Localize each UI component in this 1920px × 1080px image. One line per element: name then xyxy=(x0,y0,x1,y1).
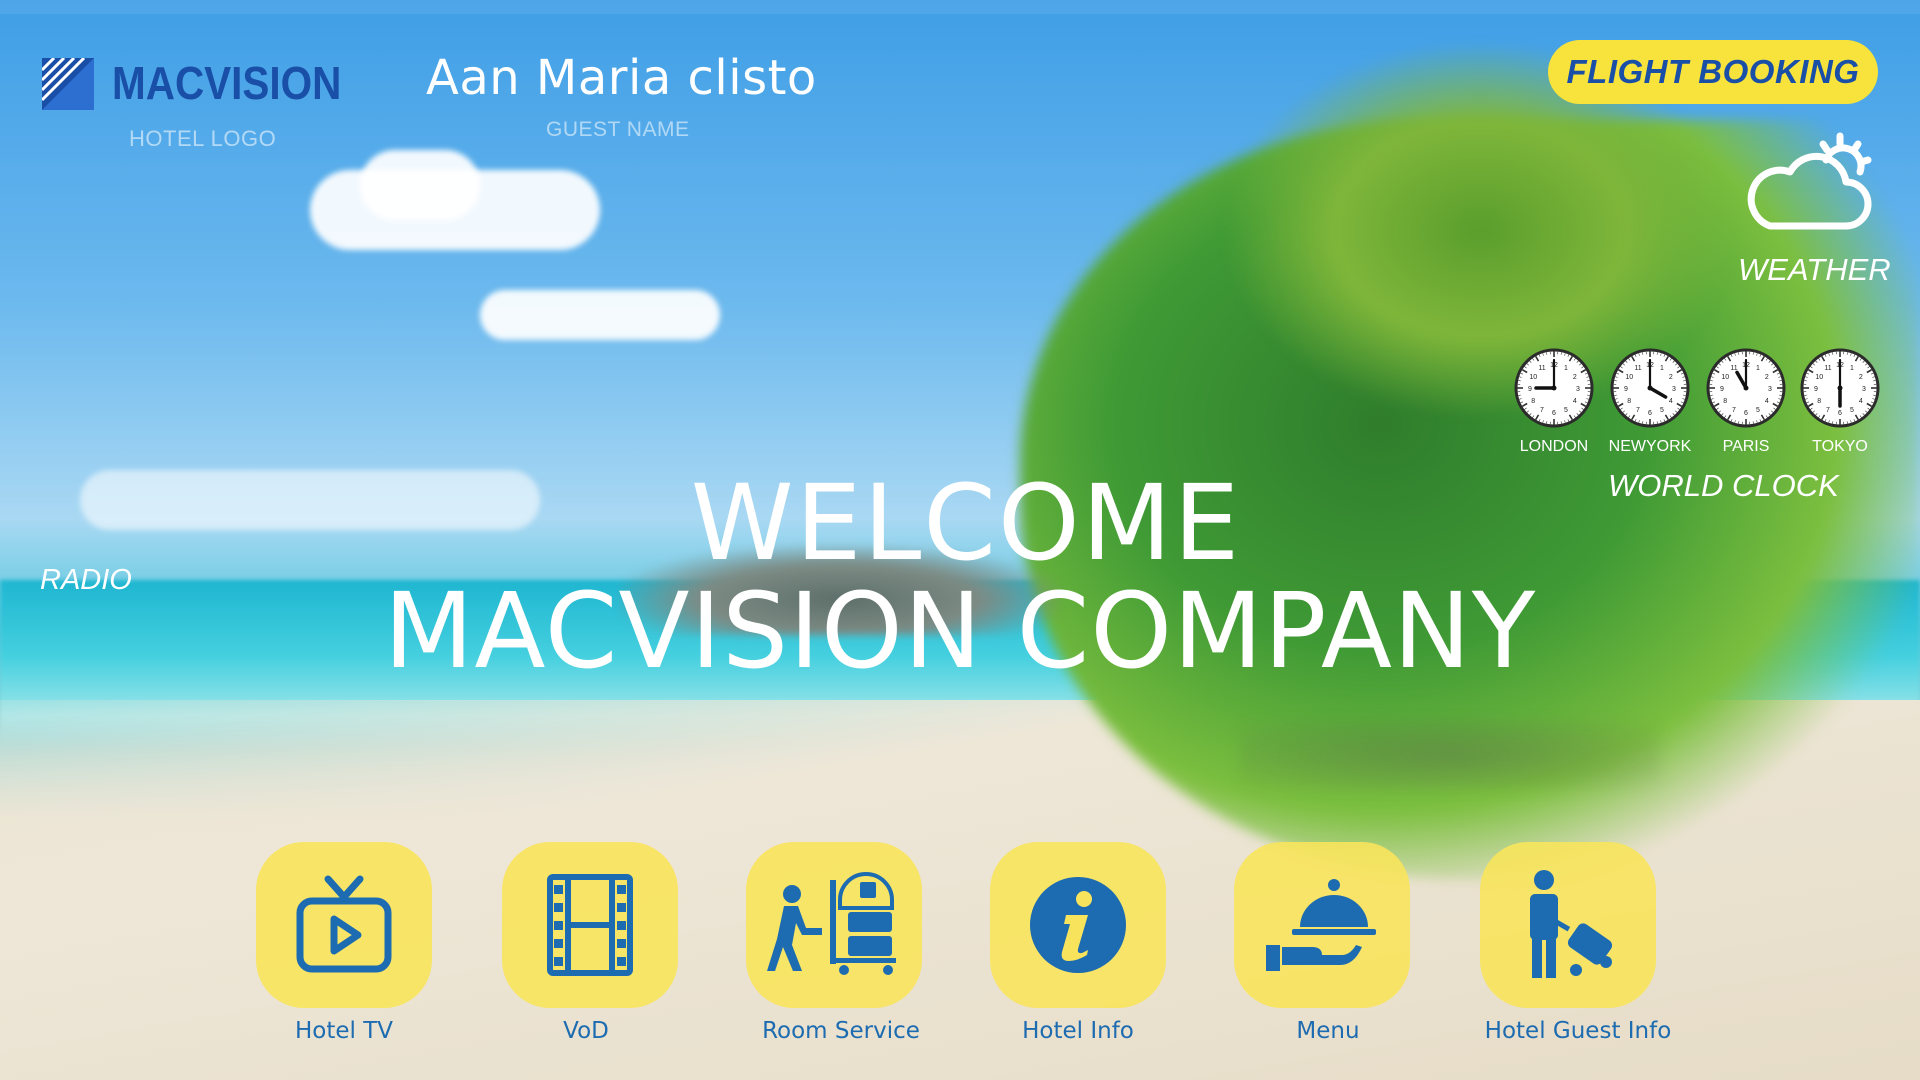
clock-numeral: 7 xyxy=(1826,407,1830,414)
clock-numeral: 1 xyxy=(1756,365,1760,372)
clock-numeral: 4 xyxy=(1669,398,1673,405)
clock-numeral: 9 xyxy=(1528,386,1532,393)
clock-numeral: 2 xyxy=(1669,374,1673,381)
clock-numeral: 10 xyxy=(1625,374,1633,381)
room-service-tile[interactable] xyxy=(746,842,922,1008)
clock-center xyxy=(1837,385,1843,391)
tv-icon xyxy=(296,875,392,973)
clock-numeral: 6 xyxy=(1648,410,1652,417)
hotel-logo-text: MACVISION xyxy=(112,57,342,109)
clock-newyork[interactable]: 123456789101112 NEWYORK xyxy=(1608,346,1692,455)
room-service-label[interactable]: Room Service xyxy=(721,1018,961,1044)
clock-numeral: 5 xyxy=(1756,407,1760,414)
clock-numeral: 4 xyxy=(1765,398,1769,405)
cloud-sun-icon xyxy=(1747,132,1872,230)
clock-numeral: 8 xyxy=(1723,398,1727,405)
background-cloud xyxy=(360,150,480,220)
background-cloud xyxy=(480,290,720,340)
clock-numeral: 1 xyxy=(1850,365,1854,372)
hotel-info-label[interactable]: Hotel Info xyxy=(958,1018,1198,1044)
clock-face-icon: 123456789101112 xyxy=(1514,348,1594,428)
clock-numeral: 2 xyxy=(1573,374,1577,381)
guest-luggage-icon xyxy=(1530,870,1613,978)
clock-numeral: 6 xyxy=(1552,410,1556,417)
clock-numeral: 7 xyxy=(1732,407,1736,414)
weather-label: WEATHER xyxy=(1738,252,1891,287)
clock-numeral: 4 xyxy=(1859,398,1863,405)
menu-tile[interactable] xyxy=(1234,842,1410,1008)
clock-tokyo[interactable]: 123456789101112 TOKYO xyxy=(1798,346,1882,455)
hotel-guest-info-tile[interactable] xyxy=(1480,842,1656,1008)
menu-label[interactable]: Menu xyxy=(1208,1018,1448,1044)
hotel-logo-caption: HOTEL LOGO xyxy=(129,126,277,151)
room-service-icon xyxy=(767,872,896,975)
hotel-guest-info-label[interactable]: Hotel Guest Info xyxy=(1458,1018,1698,1044)
clock-numeral: 8 xyxy=(1627,398,1631,405)
hotel-tv-tile[interactable] xyxy=(256,842,432,1008)
clock-numeral: 5 xyxy=(1850,407,1854,414)
clock-numeral: 5 xyxy=(1660,407,1664,414)
clock-numeral: 8 xyxy=(1531,398,1535,405)
clock-numeral: 10 xyxy=(1721,374,1729,381)
clock-face-icon: 123456789101112 xyxy=(1800,348,1880,428)
clock-numeral: 3 xyxy=(1576,386,1580,393)
clock-face-icon: 123456789101112 xyxy=(1706,348,1786,428)
clock-paris[interactable]: 123456789101112 PARIS xyxy=(1704,346,1788,455)
hotel-info-tile[interactable] xyxy=(990,842,1166,1008)
clock-numeral: 5 xyxy=(1564,407,1568,414)
clock-numeral: 2 xyxy=(1859,374,1863,381)
cloche-icon xyxy=(1266,879,1376,971)
background-palm-shadow xyxy=(1240,720,1660,790)
welcome-heading: WELCOME xyxy=(690,462,1242,584)
guest-name: Aan Maria clisto xyxy=(426,50,817,106)
clock-face-icon: 123456789101112 xyxy=(1610,348,1690,428)
film-icon xyxy=(547,874,633,976)
clock-numeral: 4 xyxy=(1573,398,1577,405)
clock-numeral: 9 xyxy=(1720,386,1724,393)
flight-booking-button[interactable]: FLIGHT BOOKING xyxy=(1548,40,1878,104)
macvision-logo-icon xyxy=(42,58,94,110)
clock-numeral: 6 xyxy=(1838,410,1842,417)
clock-numeral: 6 xyxy=(1744,410,1748,417)
clock-london[interactable]: 123456789101112 LONDON xyxy=(1512,346,1596,455)
background-top-strip xyxy=(0,0,1920,14)
clock-numeral: 3 xyxy=(1768,386,1772,393)
vod-tile[interactable] xyxy=(502,842,678,1008)
clock-center xyxy=(1743,385,1749,391)
clock-city-label: TOKYO xyxy=(1812,438,1868,455)
clock-numeral: 7 xyxy=(1636,407,1640,414)
clock-numeral: 3 xyxy=(1862,386,1866,393)
clock-center xyxy=(1647,385,1653,391)
clock-numeral: 11 xyxy=(1824,365,1831,372)
clock-numeral: 1 xyxy=(1660,365,1664,372)
clock-numeral: 11 xyxy=(1538,365,1545,372)
clock-numeral: 7 xyxy=(1540,407,1544,414)
hotel-home-screen: MACVISION HOTEL LOGO Aan Maria clisto GU… xyxy=(0,0,1920,1080)
clock-numeral: 10 xyxy=(1529,374,1537,381)
clock-numeral: 10 xyxy=(1815,374,1823,381)
clock-numeral: 11 xyxy=(1634,365,1641,372)
clock-numeral: 9 xyxy=(1814,386,1818,393)
welcome-company-name: MACVISION COMPANY xyxy=(383,570,1537,692)
info-icon xyxy=(1030,877,1126,973)
guest-name-caption: GUEST NAME xyxy=(546,118,690,141)
clock-numeral: 2 xyxy=(1765,374,1769,381)
hotel-tv-label[interactable]: Hotel TV xyxy=(224,1018,464,1044)
clock-numeral: 8 xyxy=(1817,398,1821,405)
clock-center xyxy=(1551,385,1557,391)
world-clock-group: 123456789101112 LONDON 123456789101112 N… xyxy=(1512,346,1882,456)
flight-booking-label: FLIGHT BOOKING xyxy=(1566,53,1860,90)
clock-numeral: 3 xyxy=(1672,386,1676,393)
clock-numeral: 9 xyxy=(1624,386,1628,393)
clock-numeral: 1 xyxy=(1564,365,1568,372)
vod-label[interactable]: VoD xyxy=(466,1018,706,1044)
